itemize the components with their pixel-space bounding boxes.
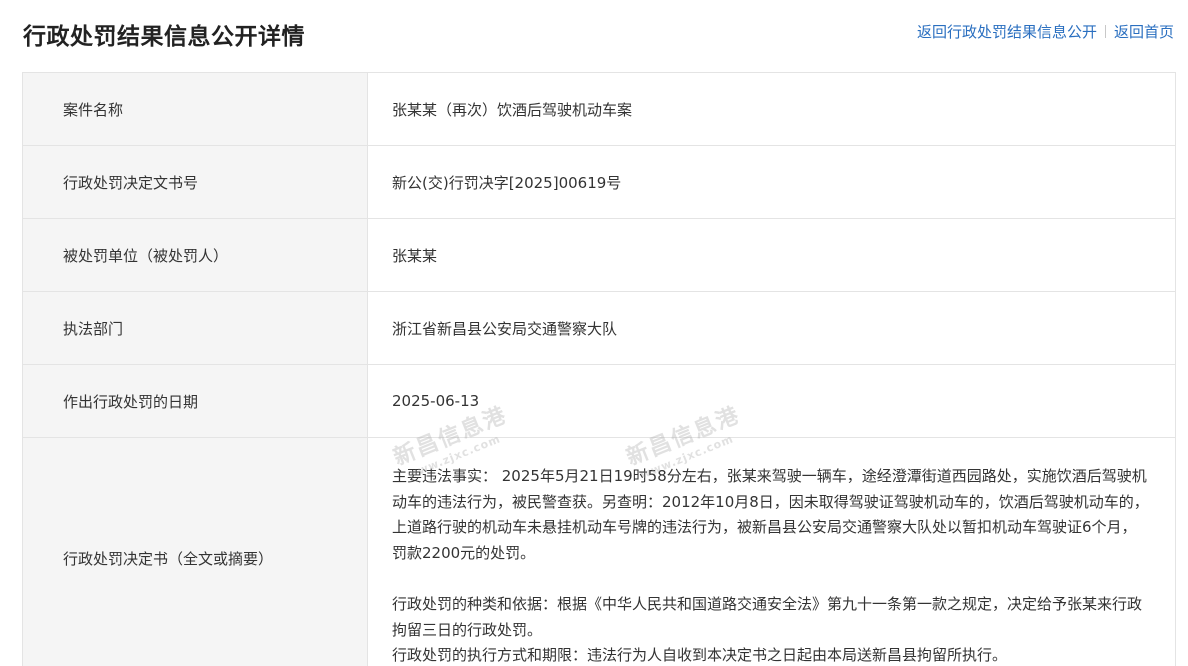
decision-text: 主要违法事实： 2025年5月21日19时58分左右，张某来驾驶一辆车，途经澄潭…	[368, 438, 1175, 666]
decision-paragraph-execution: 行政处罚的执行方式和期限：违法行为人自收到本决定书之日起由本局送新昌县拘留所执行…	[392, 646, 1008, 664]
back-to-home-link[interactable]: 返回首页	[1114, 21, 1174, 42]
table-row: 作出行政处罚的日期 2025-06-13	[23, 365, 1175, 438]
detail-table: 案件名称 张某某（再次）饮酒后驾驶机动车案 行政处罚决定文书号 新公(交)行罚决…	[22, 72, 1176, 666]
decision-paragraph-facts: 主要违法事实： 2025年5月21日19时58分左右，张某来驾驶一辆车，途经澄潭…	[392, 467, 1149, 562]
back-to-list-link[interactable]: 返回行政处罚结果信息公开	[917, 21, 1097, 42]
table-row: 执法部门 浙江省新昌县公安局交通警察大队	[23, 292, 1175, 365]
row-label: 作出行政处罚的日期	[23, 365, 368, 437]
row-value: 浙江省新昌县公安局交通警察大队	[392, 319, 618, 338]
row-value: 新公(交)行罚决字[2025]00619号	[392, 173, 622, 192]
header-nav: 返回行政处罚结果信息公开 返回首页	[917, 21, 1174, 42]
row-label: 行政处罚决定书（全文或摘要）	[23, 438, 368, 666]
table-row-decision: 行政处罚决定书（全文或摘要） 主要违法事实： 2025年5月21日19时58分左…	[23, 438, 1175, 666]
table-row: 案件名称 张某某（再次）饮酒后驾驶机动车案	[23, 73, 1175, 146]
table-row: 被处罚单位（被处罚人） 张某某	[23, 219, 1175, 292]
table-row: 行政处罚决定文书号 新公(交)行罚决字[2025]00619号	[23, 146, 1175, 219]
row-value: 张某某（再次）饮酒后驾驶机动车案	[392, 100, 633, 119]
decision-paragraph-basis: 行政处罚的种类和依据：根据《中华人民共和国道路交通安全法》第九十一条第一款之规定…	[392, 595, 1143, 639]
page-title: 行政处罚结果信息公开详情	[23, 24, 305, 50]
nav-divider	[1104, 25, 1106, 38]
row-value: 张某某	[392, 246, 438, 265]
row-value: 2025-06-13	[392, 392, 480, 410]
row-label: 被处罚单位（被处罚人）	[23, 219, 368, 291]
row-label: 行政处罚决定文书号	[23, 146, 368, 218]
page-header: 行政处罚结果信息公开详情 返回行政处罚结果信息公开 返回首页	[0, 0, 1188, 66]
row-label: 执法部门	[23, 292, 368, 364]
row-label: 案件名称	[23, 73, 368, 145]
